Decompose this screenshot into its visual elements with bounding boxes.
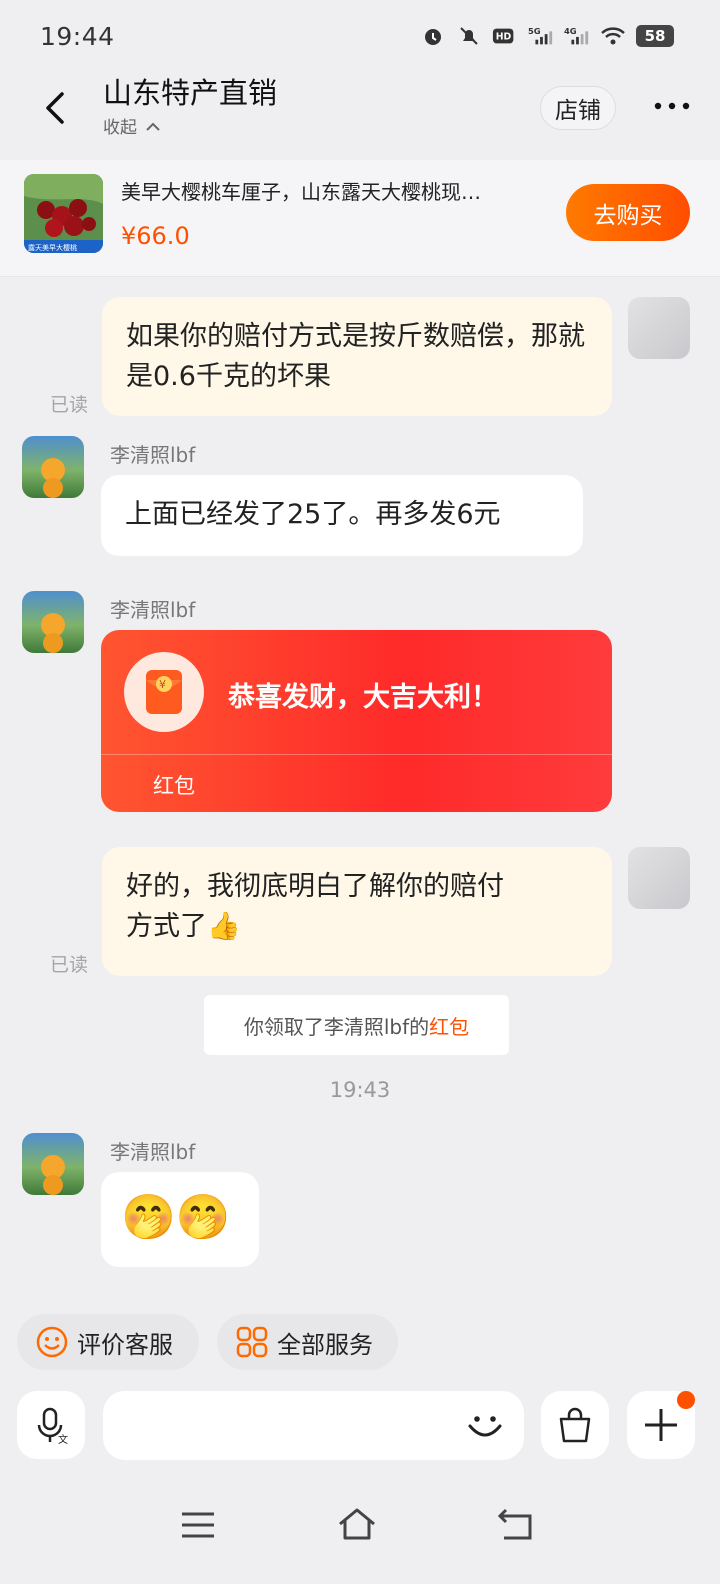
chevron-left-icon: [46, 92, 64, 124]
menu-icon: [182, 1512, 214, 1538]
thumbs-up-emoji: 👍: [207, 911, 241, 942]
page-title: 山东特产直销: [103, 76, 278, 110]
menu-nav-button[interactable]: [178, 1510, 218, 1540]
back-icon: [497, 1508, 532, 1540]
system-notice: 你领取了李清照lbf的 红包: [204, 995, 509, 1055]
sender-name: 李清照lbf: [110, 443, 196, 467]
buy-button[interactable]: 去购买: [566, 184, 690, 241]
svg-text:5G: 5G: [528, 26, 541, 36]
svg-text:文: 文: [58, 1433, 68, 1445]
more-icon: [654, 102, 690, 110]
red-packet-link[interactable]: 红包: [429, 1011, 469, 1040]
collapse-toggle[interactable]: 收起: [103, 113, 161, 138]
message-text-line: 方式了: [126, 911, 207, 942]
shopping-bag-icon: [559, 1407, 591, 1443]
signal-4g-icon: 4G: [564, 24, 590, 48]
emoji-icon: [468, 1416, 502, 1437]
hd-icon: HD: [492, 24, 518, 48]
smile-icon: [36, 1326, 68, 1358]
back-button[interactable]: [38, 88, 78, 128]
avatar[interactable]: [22, 436, 84, 498]
grid-icon: [236, 1326, 268, 1358]
system-notice-text: 你领取了李清照lbf的: [243, 1014, 430, 1039]
shop-button[interactable]: 店铺: [540, 86, 616, 130]
battery-indicator: 58: [636, 25, 674, 47]
divider: [101, 754, 612, 755]
mute-icon: [456, 24, 482, 48]
avatar[interactable]: [22, 1133, 84, 1195]
my-message-bubble[interactable]: 好的，我彻底明白了解你的赔付 方式了👍: [102, 847, 612, 976]
rate-service-label: 评价客服: [77, 1330, 173, 1359]
plus-icon: [645, 1409, 677, 1441]
wifi-icon: [600, 24, 626, 48]
timestamp: 19:43: [329, 1078, 391, 1102]
emoji-button[interactable]: [464, 1404, 506, 1446]
chevron-up-icon: [146, 122, 161, 131]
my-avatar[interactable]: [628, 847, 690, 909]
message-text-line: 好的，我彻底明白了解你的赔付: [126, 871, 504, 902]
notification-dot: [677, 1391, 695, 1409]
sender-name: 李清照lbf: [110, 1140, 196, 1164]
more-button[interactable]: [652, 96, 692, 116]
svg-text:4G: 4G: [564, 26, 577, 36]
my-message-bubble[interactable]: 如果你的赔付方式是按斤数赔偿，那就是0.6千克的坏果: [102, 297, 612, 416]
message-bubble[interactable]: 上面已经发了25了。再多发6元: [101, 475, 583, 556]
alarm-icon: [420, 24, 446, 48]
sender-name: 李清照lbf: [110, 598, 196, 622]
svg-text:露天美早大樱桃: 露天美早大樱桃: [28, 243, 77, 252]
product-name: 美早大樱桃车厘子，山东露天大樱桃现…: [121, 180, 481, 204]
avatar[interactable]: [22, 591, 84, 653]
back-nav-button[interactable]: [496, 1508, 536, 1542]
svg-text:HD: HD: [496, 32, 512, 43]
rate-service-button[interactable]: 评价客服: [17, 1314, 199, 1370]
read-receipt: 已读: [50, 954, 89, 976]
microphone-icon: 文: [37, 1407, 68, 1445]
status-time: 19:44: [40, 22, 115, 51]
system-nav-bar: [0, 1480, 720, 1584]
product-image[interactable]: 露天美早大樱桃: [24, 174, 103, 253]
signal-5g-icon: 5G: [528, 24, 554, 48]
voice-button[interactable]: 文: [17, 1391, 85, 1459]
all-services-button[interactable]: 全部服务: [217, 1314, 398, 1370]
shopping-bag-button[interactable]: [541, 1391, 609, 1459]
product-price: ¥66.0: [121, 222, 190, 250]
red-envelope-icon: ¥: [124, 652, 204, 732]
emoji-message-bubble[interactable]: 🤭🤭: [101, 1172, 259, 1267]
read-receipt: 已读: [50, 394, 89, 416]
red-packet-label: 红包: [153, 774, 195, 798]
message-input[interactable]: [103, 1391, 524, 1460]
home-nav-button[interactable]: [336, 1506, 378, 1542]
collapse-label: 收起: [103, 118, 137, 138]
status-bar: 19:44 HD 5G 4G 58: [0, 0, 720, 76]
all-services-label: 全部服务: [277, 1330, 373, 1359]
red-packet-title: 恭喜发财，大吉大利！: [228, 682, 498, 713]
my-avatar[interactable]: [628, 297, 690, 359]
status-icons: HD 5G 4G 58: [420, 24, 674, 48]
svg-text:¥: ¥: [159, 678, 166, 691]
home-icon: [339, 1508, 375, 1540]
